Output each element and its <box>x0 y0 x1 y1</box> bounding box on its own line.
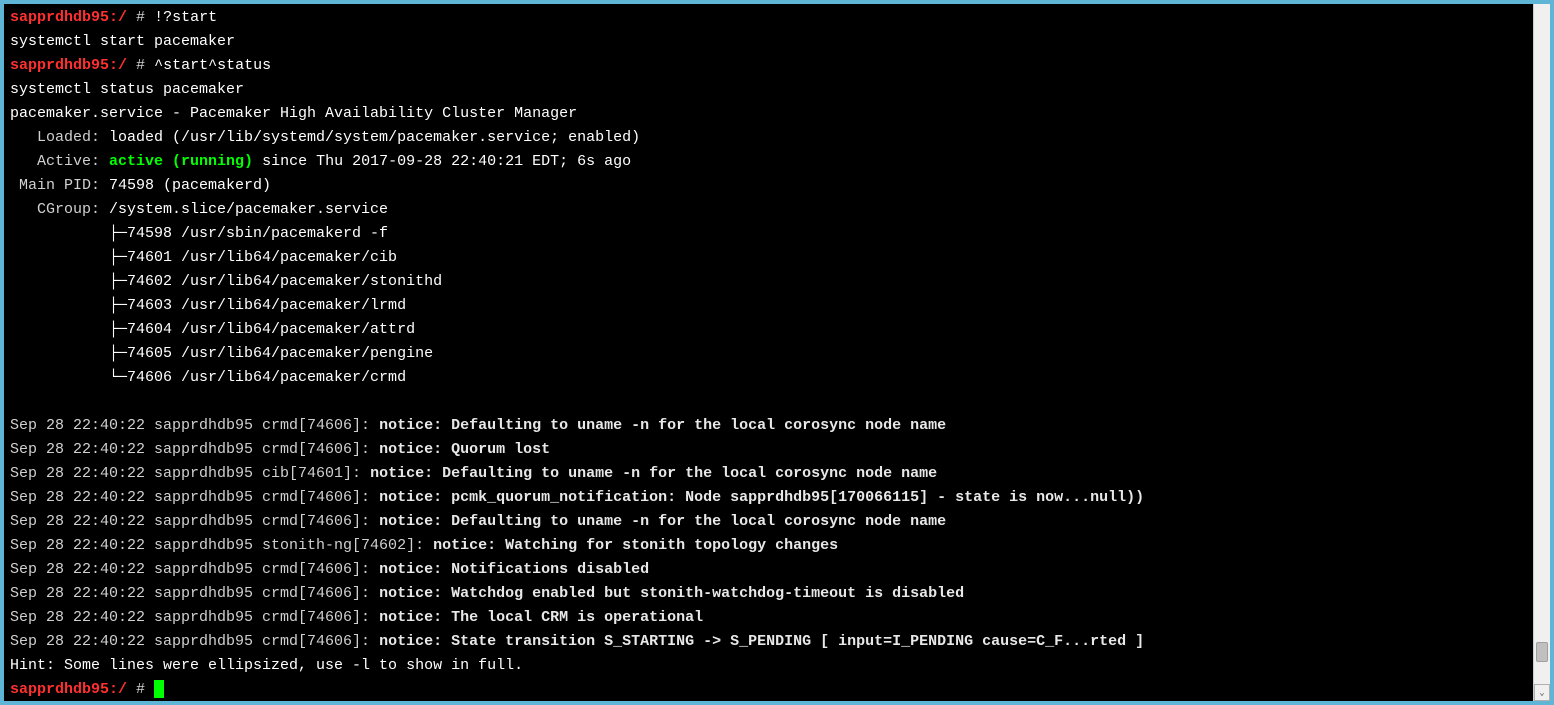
cgroup-process: └─74606 /usr/lib64/pacemaker/crmd <box>10 366 1527 390</box>
prompt-host: sapprdhdb95:/ <box>10 681 127 698</box>
scroll-track[interactable] <box>1534 4 1550 684</box>
prompt-line-1: sapprdhdb95:/ # !?start <box>10 6 1527 30</box>
command-input-2: ^start^status <box>154 57 271 74</box>
prompt-symbol: # <box>136 681 145 698</box>
log-line: Sep 28 22:40:22 sapprdhdb95 crmd[74606]:… <box>10 414 1527 438</box>
blank-line <box>10 390 1527 414</box>
scroll-thumb[interactable] <box>1536 642 1548 662</box>
loaded-line: Loaded: loaded (/usr/lib/systemd/system/… <box>10 126 1527 150</box>
prompt-symbol: # <box>136 9 145 26</box>
cgroup-process: ├─74604 /usr/lib64/pacemaker/attrd <box>10 318 1527 342</box>
hint-line: Hint: Some lines were ellipsized, use -l… <box>10 654 1527 678</box>
log-line: Sep 28 22:40:22 sapprdhdb95 cib[74601]: … <box>10 462 1527 486</box>
prompt-host: sapprdhdb95:/ <box>10 57 127 74</box>
log-line: Sep 28 22:40:22 sapprdhdb95 crmd[74606]:… <box>10 486 1527 510</box>
log-line: Sep 28 22:40:22 sapprdhdb95 crmd[74606]:… <box>10 606 1527 630</box>
service-unit-line: pacemaker.service - Pacemaker High Avail… <box>10 102 1527 126</box>
log-line: Sep 28 22:40:22 sapprdhdb95 crmd[74606]:… <box>10 510 1527 534</box>
log-line: Sep 28 22:40:22 sapprdhdb95 stonith-ng[7… <box>10 534 1527 558</box>
chevron-down-icon: ⌄ <box>1539 688 1544 698</box>
prompt-symbol: # <box>136 57 145 74</box>
prompt-line-2: sapprdhdb95:/ # ^start^status <box>10 54 1527 78</box>
cgroup-process: ├─74605 /usr/lib64/pacemaker/pengine <box>10 342 1527 366</box>
command-expanded-2: systemctl status pacemaker <box>10 78 1527 102</box>
cgroup-process: ├─74601 /usr/lib64/pacemaker/cib <box>10 246 1527 270</box>
main-pid-line: Main PID: 74598 (pacemakerd) <box>10 174 1527 198</box>
cgroup-line: CGroup: /system.slice/pacemaker.service <box>10 198 1527 222</box>
cgroup-process: ├─74598 /usr/sbin/pacemakerd -f <box>10 222 1527 246</box>
cgroup-process: ├─74602 /usr/lib64/pacemaker/stonithd <box>10 270 1527 294</box>
log-line: Sep 28 22:40:22 sapprdhdb95 crmd[74606]:… <box>10 630 1527 654</box>
active-state: active (running) <box>109 153 253 170</box>
prompt-line-current: sapprdhdb95:/ # <box>10 678 1527 701</box>
command-expanded-1: systemctl start pacemaker <box>10 30 1527 54</box>
cursor-icon <box>154 680 164 698</box>
log-line: Sep 28 22:40:22 sapprdhdb95 crmd[74606]:… <box>10 582 1527 606</box>
terminal-window: sapprdhdb95:/ # !?start systemctl start … <box>4 4 1550 701</box>
active-line: Active: active (running) since Thu 2017-… <box>10 150 1527 174</box>
cgroup-process: ├─74603 /usr/lib64/pacemaker/lrmd <box>10 294 1527 318</box>
vertical-scrollbar[interactable]: ⌄ <box>1533 4 1550 701</box>
terminal-output[interactable]: sapprdhdb95:/ # !?start systemctl start … <box>4 4 1533 701</box>
command-input-1: !?start <box>154 9 217 26</box>
prompt-host: sapprdhdb95:/ <box>10 9 127 26</box>
log-line: Sep 28 22:40:22 sapprdhdb95 crmd[74606]:… <box>10 558 1527 582</box>
scroll-down-button[interactable]: ⌄ <box>1534 684 1550 701</box>
log-line: Sep 28 22:40:22 sapprdhdb95 crmd[74606]:… <box>10 438 1527 462</box>
